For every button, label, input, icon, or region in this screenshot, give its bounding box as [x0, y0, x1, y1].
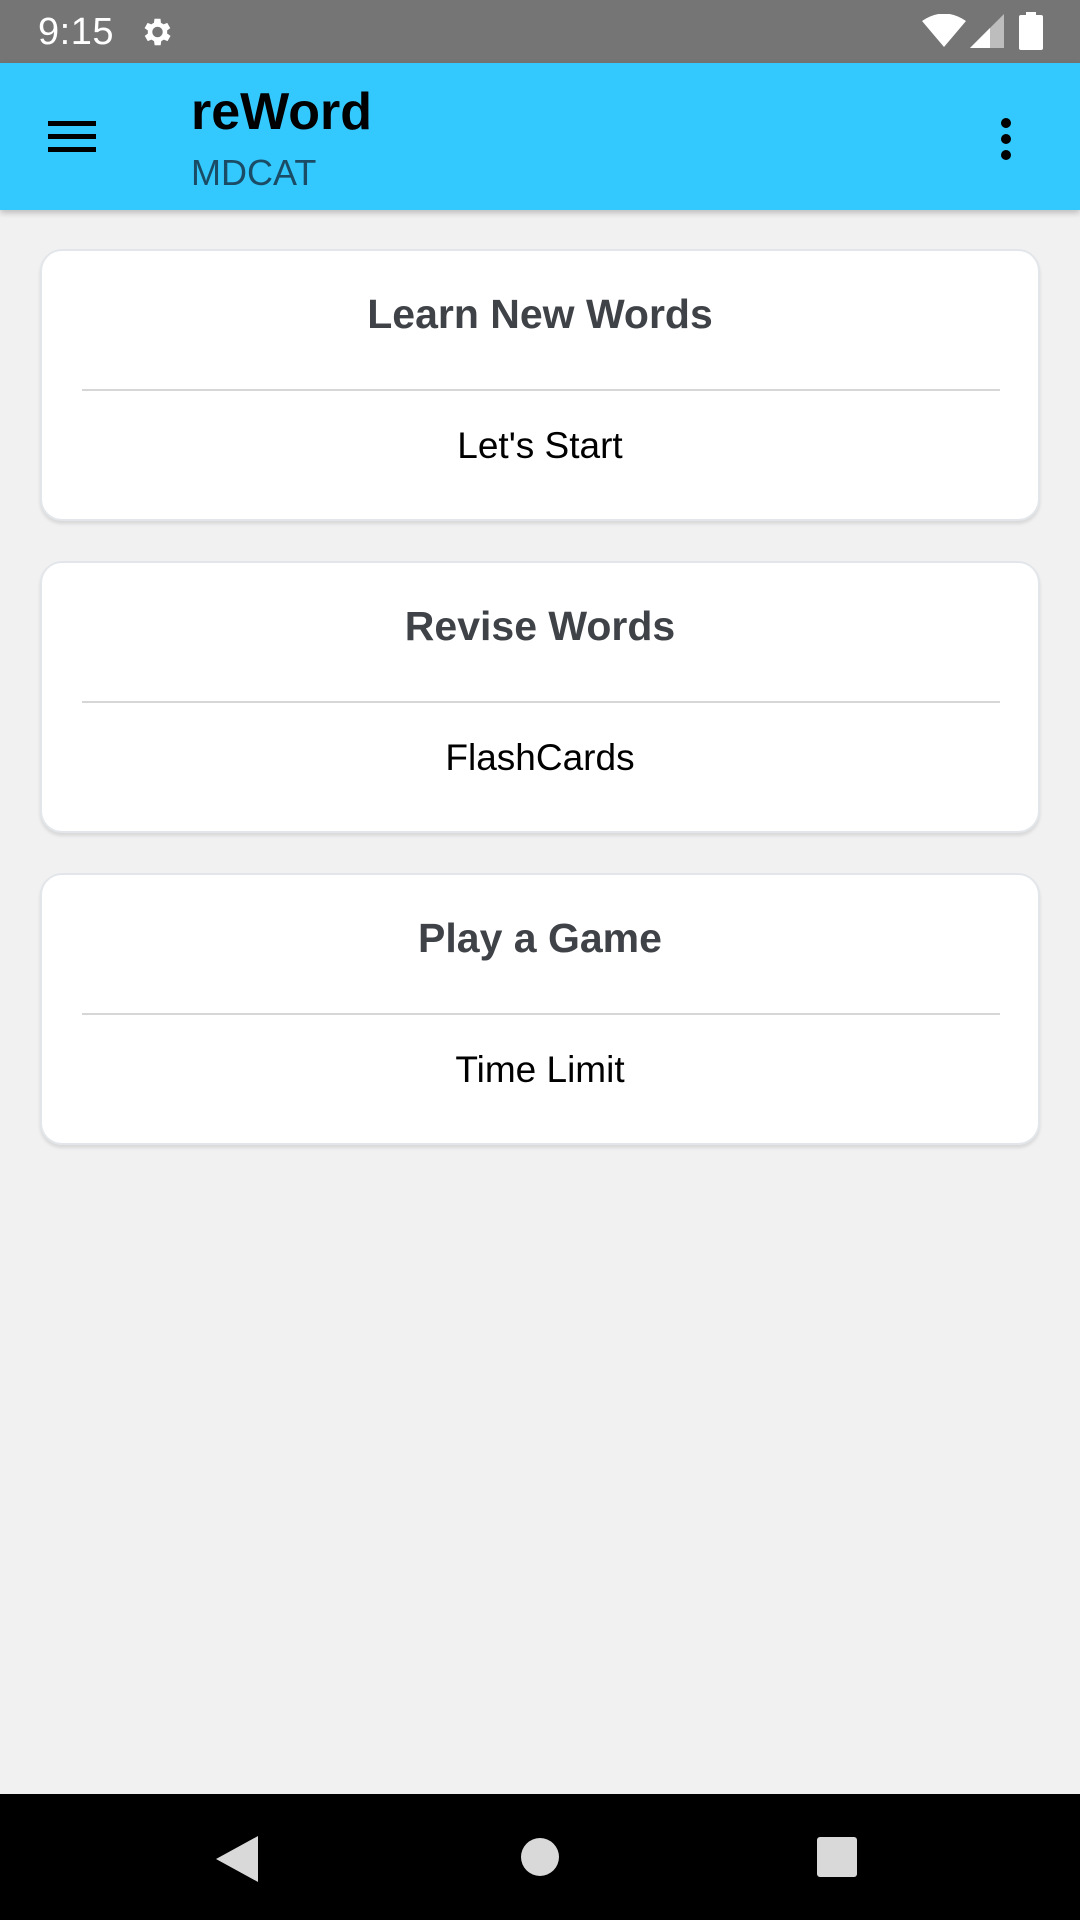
learn-new-words-card: Learn New Words Let's Start: [40, 249, 1040, 521]
back-triangle-icon[interactable]: [214, 1834, 260, 1884]
status-time: 9:15: [38, 11, 114, 53]
recents-square-icon[interactable]: [817, 1837, 857, 1877]
app-bar: reWord MDCAT: [0, 63, 1080, 210]
card-divider: [82, 701, 1000, 703]
revise-words-card: Revise Words FlashCards: [40, 561, 1040, 833]
app-subtitle: MDCAT: [191, 152, 317, 193]
lets-start-button[interactable]: Let's Start: [42, 423, 1038, 469]
status-bar: 9:15: [0, 0, 1080, 63]
more-vert-icon[interactable]: [990, 115, 1022, 163]
system-nav-bar: [0, 1794, 1080, 1920]
gear-icon: [144, 18, 171, 46]
app-title: reWord: [191, 83, 373, 141]
card-divider: [82, 389, 1000, 391]
flashcards-button[interactable]: FlashCards: [42, 735, 1038, 781]
card-title: Play a Game: [418, 915, 662, 961]
cell-signal-icon: [970, 14, 1004, 48]
home-circle-icon[interactable]: [520, 1837, 560, 1877]
card-title: Learn New Words: [367, 291, 713, 337]
card-title: Revise Words: [404, 603, 676, 649]
time-limit-button[interactable]: Time Limit: [42, 1047, 1038, 1093]
play-a-game-card: Play a Game Time Limit: [40, 873, 1040, 1145]
wifi-icon: [922, 14, 966, 47]
battery-icon: [1019, 12, 1043, 50]
hamburger-menu-icon[interactable]: [44, 113, 100, 161]
card-divider: [82, 1013, 1000, 1015]
